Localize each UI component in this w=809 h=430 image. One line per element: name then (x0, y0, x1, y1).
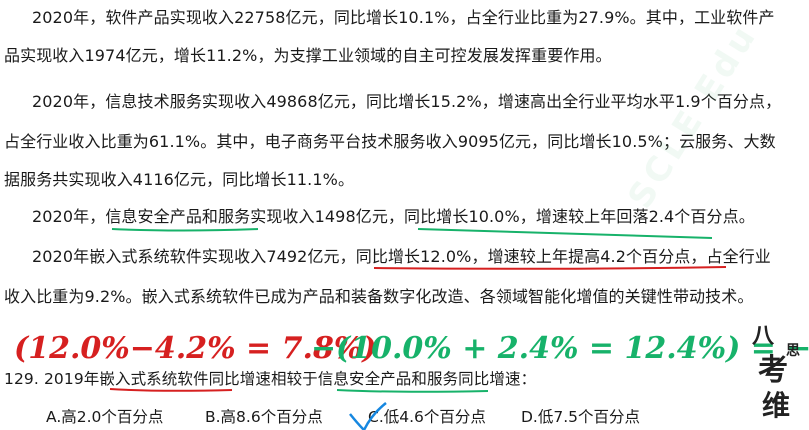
option-b[interactable]: B.高8.6个百分点 (205, 407, 323, 427)
handwritten-equation-2: (10.0% + 2.4% = 12.4%) = −4.6% (336, 331, 809, 366)
handwritten-equation-1: (12.0%−4.2% = 7.8%) (14, 331, 377, 366)
paragraph-4-line-2: 收入比重为9.2%。嵌入式系统软件已成为产品和装备数字化改造、各领域智能化增值的… (4, 287, 754, 306)
paragraph-2-line-1: 2020年，信息技术服务实现收入49868亿元，同比增长15.2%，增速高出全行… (32, 92, 782, 111)
paragraph-2-line-3: 据服务共实现收入4116亿元，同比增长11.1%。 (4, 170, 355, 189)
green-underline-question (336, 389, 489, 393)
paragraph-1-line-2: 品实现收入1974亿元，增长11.2%，为支撑工业领域的自主可控发展发挥重要作用… (4, 46, 612, 65)
option-a[interactable]: A.高2.0个百分点 (46, 407, 163, 427)
question-text: 129. 2019年嵌入式系统软件同比增速相较于信息安全产品和服务同比增速： (4, 370, 537, 388)
green-underline-growth (417, 228, 713, 239)
option-c[interactable]: C.低4.6个百分点 (368, 407, 486, 427)
seal-char-3: 思 (786, 343, 800, 359)
seal-char-2: 考 (758, 353, 788, 388)
seal-char-4: 维 (762, 389, 791, 422)
red-underline-embedded (373, 266, 727, 270)
paragraph-1-line-1: 2020年，软件产品实现收入22758亿元，同比增长10.1%，占全行业比重为2… (32, 8, 775, 27)
option-d[interactable]: D.低7.5个百分点 (521, 407, 640, 427)
watermark: SCLE Edu (620, 16, 766, 216)
paragraph-4-line-1: 2020年嵌入式系统软件实现收入7492亿元，同比增长12.0%，增速较上年提高… (32, 247, 771, 266)
red-underline-question (109, 388, 233, 392)
green-underline-security (111, 228, 259, 232)
handwritten-minus: − (311, 331, 336, 366)
